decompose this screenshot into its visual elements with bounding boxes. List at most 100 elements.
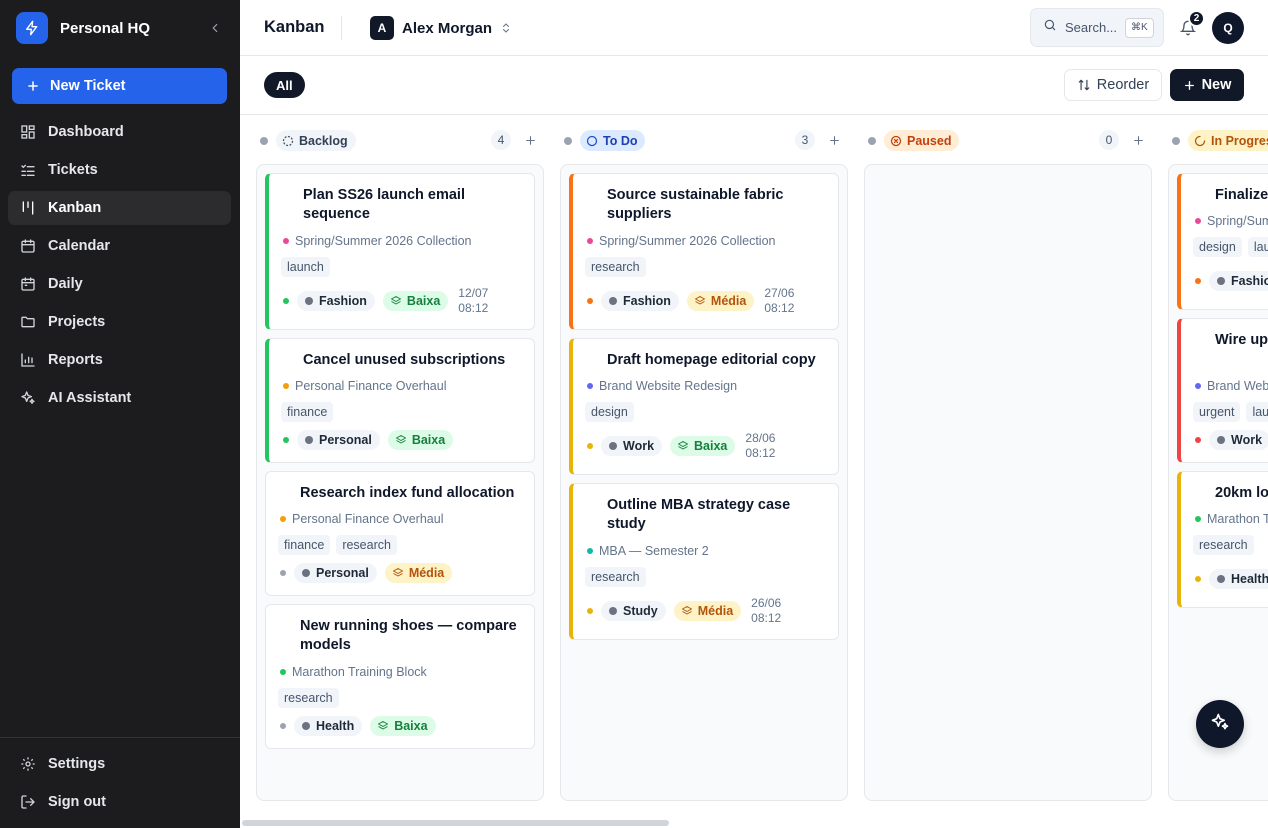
sidebar-item-tickets[interactable]: Tickets bbox=[8, 153, 231, 187]
sidebar-item-settings[interactable]: Settings bbox=[8, 747, 231, 781]
card-tags: finance research bbox=[278, 535, 403, 555]
status-badge: Paused bbox=[884, 130, 960, 151]
status-dot bbox=[587, 298, 593, 304]
ticket-card[interactable]: Research index fund allocation Personal … bbox=[265, 471, 535, 596]
sidebar-item-label: Settings bbox=[48, 756, 106, 772]
search-icon bbox=[1043, 18, 1057, 37]
loader-icon bbox=[1194, 135, 1206, 147]
sidebar-item-ai-assistant[interactable]: AI Assistant bbox=[8, 381, 231, 415]
card-project: Brand Website Redesign bbox=[1195, 378, 1268, 394]
search-shortcut: ⌘K bbox=[1125, 17, 1154, 38]
project-name: Marathon Training Block bbox=[292, 665, 427, 679]
filter-all-chip[interactable]: All bbox=[264, 72, 305, 98]
card-meta: Study Média 26/06 08:12 bbox=[587, 595, 781, 627]
plus-icon[interactable] bbox=[826, 132, 842, 148]
list-icon bbox=[20, 162, 36, 178]
sidebar-item-projects[interactable]: Projects bbox=[8, 305, 231, 339]
sort-icon bbox=[1077, 78, 1091, 92]
status-dot bbox=[587, 608, 593, 614]
sidebar-item-dashboard[interactable]: Dashboard bbox=[8, 115, 231, 149]
ticket-card[interactable]: Cancel unused subscriptions Personal Fin… bbox=[265, 338, 535, 463]
ticket-card[interactable]: Outline MBA strategy case study MBA — Se… bbox=[569, 483, 839, 640]
search-button[interactable]: Search... ⌘K bbox=[1030, 8, 1164, 47]
card-project: Marathon Training Block bbox=[1195, 511, 1268, 527]
column-count: 0 bbox=[1099, 130, 1119, 150]
status-badge: In Progress bbox=[1188, 130, 1268, 151]
sidebar-item-label: Kanban bbox=[48, 200, 102, 216]
card-tags: designlaunch bbox=[1193, 237, 1268, 257]
column-drag-handle[interactable] bbox=[564, 137, 572, 145]
circle-icon bbox=[586, 135, 598, 147]
due-date: 27/06 08:12 bbox=[764, 286, 794, 316]
card-project: Spring/Summer 2026 Collection bbox=[1195, 213, 1268, 229]
sidebar-item-daily[interactable]: Daily bbox=[8, 267, 231, 301]
project-name: Spring/Summer 2026 Collection bbox=[295, 234, 472, 248]
sidebar-item-reports[interactable]: Reports bbox=[8, 343, 231, 377]
due-date: 26/06 08:12 bbox=[751, 596, 781, 626]
project-name: Brand Website Redesign bbox=[1207, 379, 1268, 393]
project-name: Personal Finance Overhaul bbox=[292, 512, 444, 526]
priority-badge: Baixa bbox=[670, 436, 736, 456]
priority-label: Baixa bbox=[411, 433, 446, 447]
workspace-switcher[interactable]: A Alex Morgan bbox=[370, 16, 512, 40]
reorder-label: Reorder bbox=[1096, 77, 1150, 93]
column-drag-handle[interactable] bbox=[1172, 137, 1180, 145]
area-badge: Study bbox=[601, 601, 666, 621]
card-meta: Personal Média bbox=[280, 557, 453, 589]
project-dot bbox=[280, 669, 286, 675]
plus-icon[interactable] bbox=[522, 132, 538, 148]
layers-icon bbox=[677, 440, 689, 452]
tag: research bbox=[585, 567, 646, 587]
ai-assistant-button[interactable] bbox=[1196, 700, 1244, 748]
project-dot bbox=[280, 516, 286, 522]
new-ticket-button[interactable]: New Ticket bbox=[12, 68, 227, 104]
area-badge: Health bbox=[1209, 569, 1268, 589]
card-title: New running shoes — compare models bbox=[300, 618, 517, 653]
sidebar-divider bbox=[0, 737, 240, 738]
column-drag-handle[interactable] bbox=[868, 137, 876, 145]
card-meta: Fashion Média 27/06 08:12 bbox=[587, 285, 794, 317]
due-date-time: 08:12 bbox=[751, 611, 782, 625]
plus-icon bbox=[1183, 79, 1196, 92]
project-dot bbox=[587, 383, 593, 389]
card-title: Source sustainable fabric suppliers bbox=[607, 187, 784, 222]
notification-badge: 2 bbox=[1188, 10, 1205, 27]
sidebar-item-label: Reports bbox=[48, 352, 103, 368]
user-avatar[interactable]: Q bbox=[1212, 12, 1244, 44]
sidebar-item-label: Calendar bbox=[48, 238, 111, 254]
due-date: 28/06 08:12 bbox=[745, 431, 775, 461]
column-drag-handle[interactable] bbox=[260, 137, 268, 145]
card-meta: Health Baixa bbox=[280, 710, 436, 742]
ticket-card[interactable]: Finalize Spring/Summer 2026 Collection d… bbox=[1177, 173, 1268, 310]
card-project: Spring/Summer 2026 Collection bbox=[283, 233, 471, 249]
ticket-card[interactable]: Source sustainable fabric suppliers Spri… bbox=[569, 173, 839, 330]
sparkles-icon bbox=[20, 390, 36, 406]
sidebar-item-signout[interactable]: Sign out bbox=[8, 785, 231, 819]
area-badge: Fashion bbox=[1209, 271, 1268, 291]
due-date-day: 26/06 bbox=[751, 596, 782, 610]
plus-icon bbox=[26, 79, 40, 93]
sidebar-nav: Dashboard Tickets Kanban Calendar Daily … bbox=[8, 115, 231, 419]
card-project: Spring/Summer 2026 Collection bbox=[587, 233, 775, 249]
card-tags: research bbox=[278, 688, 345, 708]
ticket-card[interactable]: Draft homepage editorial copy Brand Webs… bbox=[569, 338, 839, 475]
card-project: Personal Finance Overhaul bbox=[280, 511, 443, 527]
ticket-card[interactable]: Wire up theme Brand Website Redesign urg… bbox=[1177, 318, 1268, 463]
sidebar-item-calendar[interactable]: Calendar bbox=[8, 229, 231, 263]
ticket-card[interactable]: New running shoes — compare models Marat… bbox=[265, 604, 535, 749]
sidebar-footer: Settings Sign out bbox=[8, 747, 231, 823]
tag: launch bbox=[1247, 237, 1268, 257]
chevron-left-icon[interactable] bbox=[206, 19, 224, 37]
header-divider bbox=[341, 16, 342, 40]
ticket-card[interactable]: 20km lo Marathon Training Block research… bbox=[1177, 471, 1268, 608]
chart-icon bbox=[20, 352, 36, 368]
column-body: Plan SS26 launch email sequence Spring/S… bbox=[256, 164, 544, 801]
horizontal-scrollbar[interactable] bbox=[242, 820, 669, 826]
ticket-card[interactable]: Plan SS26 launch email sequence Spring/S… bbox=[265, 173, 535, 330]
reorder-button[interactable]: Reorder bbox=[1064, 69, 1162, 101]
plus-icon[interactable] bbox=[1130, 132, 1146, 148]
new-button[interactable]: New bbox=[1170, 69, 1244, 101]
tag: design bbox=[1193, 237, 1242, 257]
area-dot bbox=[1217, 277, 1225, 285]
sidebar-item-kanban[interactable]: Kanban bbox=[8, 191, 231, 225]
